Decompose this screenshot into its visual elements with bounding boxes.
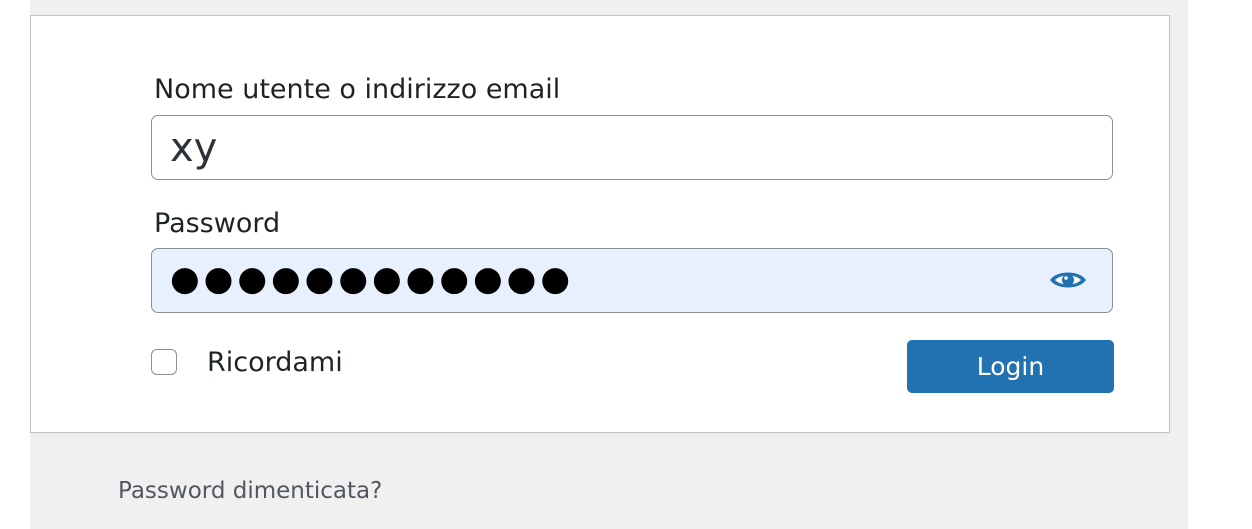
remember-me-checkbox[interactable] [151,349,177,375]
password-input[interactable]: ●●●●●●●●●●●● [151,248,1113,313]
username-input[interactable] [151,115,1113,180]
remember-me-label[interactable]: Ricordami [207,347,343,378]
login-button[interactable]: Login [907,340,1114,393]
forgot-password-link[interactable]: Password dimenticata? [118,478,382,504]
username-label: Nome utente o indirizzo email [154,74,561,105]
show-password-button[interactable] [1046,261,1090,299]
password-masked-value: ●●●●●●●●●●●● [170,259,575,299]
login-form-card: Nome utente o indirizzo email Password ●… [30,15,1170,433]
remember-me-row: Ricordami [151,346,343,378]
page-edge-right [1188,0,1252,529]
password-label: Password [154,208,281,239]
eye-icon [1050,272,1086,288]
page-edge-left [0,0,30,529]
